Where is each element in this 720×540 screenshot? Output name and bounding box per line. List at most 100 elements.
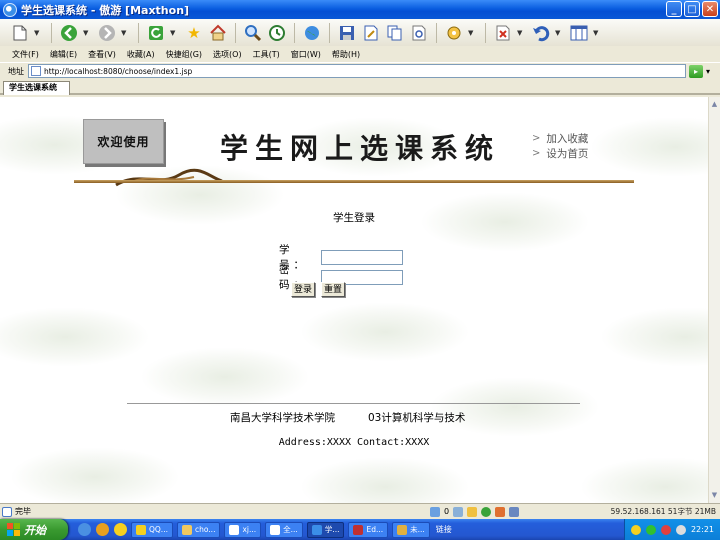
tab-strip: 学生选课系统 (0, 79, 720, 95)
menu-help[interactable]: 帮助(H) (332, 49, 360, 60)
web-page: 欢迎使用 学生网上选课系统 >加入收藏 >设为首页 学生登录 学 号： 密 码：… (0, 97, 708, 503)
undo-icon[interactable] (531, 23, 551, 43)
task-editplus[interactable]: Ed... (348, 521, 389, 538)
page-properties-icon[interactable] (409, 23, 429, 43)
toolbar-separator (138, 22, 139, 43)
status-info: 59.52.168.161 51字节 21MB (610, 507, 716, 516)
banner-divider (74, 180, 634, 183)
paint-icon (397, 524, 408, 535)
login-heading: 学生登录 (333, 212, 375, 224)
menu-groups[interactable]: 快捷组(G) (166, 49, 202, 60)
edit-page-icon[interactable] (361, 23, 381, 43)
clock: 22:21 (690, 525, 714, 534)
toolbar-separator (329, 22, 330, 43)
tray-volume-icon[interactable] (675, 524, 686, 535)
browser-toolbar: ▼ ▼ ▼ ▼ ★ ▼ ▼ ▼ ▼ (0, 19, 720, 46)
site-banner: 欢迎使用 学生网上选课系统 > 加入收藏 > 设为首页 (74, 119, 634, 187)
footer-class: 03计算机科学与技术 (368, 412, 466, 424)
network-icon[interactable] (430, 506, 440, 517)
tile-windows-dropdown-icon[interactable]: ▼ (593, 29, 600, 37)
add-favorite-link[interactable]: > 加入收藏 (532, 131, 588, 146)
toolbar-separator (235, 22, 236, 43)
minimize-button[interactable]: _ (666, 1, 682, 17)
tray-network-icon[interactable] (645, 524, 656, 535)
toolbar-separator (294, 22, 295, 43)
status-text: 完毕 (15, 507, 31, 516)
file-icon (270, 524, 281, 535)
qq-icon (136, 524, 146, 535)
close-button[interactable]: ✕ (702, 1, 718, 17)
close-page-icon[interactable] (493, 23, 513, 43)
refresh-icon[interactable] (146, 23, 166, 43)
arrow-icon: > (532, 133, 541, 144)
menu-file[interactable]: 文件(F) (12, 49, 39, 60)
toolbar-separator (436, 22, 437, 43)
home-icon[interactable] (208, 23, 228, 43)
back-dropdown-icon[interactable]: ▼ (83, 29, 90, 37)
menu-view[interactable]: 查看(V) (88, 49, 116, 60)
tools-dropdown-icon[interactable]: ▼ (468, 29, 475, 37)
tray-qq-icon[interactable] (630, 524, 641, 535)
tray-antivirus-icon[interactable] (660, 524, 671, 535)
maximize-button[interactable]: □ (684, 1, 700, 17)
task-qq[interactable]: QQ... (131, 521, 173, 538)
window-title-bar[interactable]: 学生选课系统 - 傲游 [Maxthon] _ □ ✕ (0, 0, 720, 19)
ie-icon[interactable] (78, 523, 91, 536)
task-file[interactable]: 全... (265, 521, 303, 538)
tools-icon[interactable] (444, 23, 464, 43)
links-toolbar[interactable]: 链接 (436, 524, 452, 535)
address-dropdown-icon[interactable]: ▾ (706, 67, 710, 76)
toolbar-separator (485, 22, 486, 43)
address-input[interactable]: http://localhost:8080/choose/index1.jsp (28, 64, 686, 78)
task-folder[interactable]: cho... (176, 521, 221, 538)
tab-student-course-system[interactable]: 学生选课系统 (3, 81, 70, 95)
favorites-star-icon[interactable]: ★ (184, 23, 204, 43)
history-icon[interactable] (267, 23, 287, 43)
address-url[interactable]: http://localhost:8080/choose/index1.jsp (44, 67, 192, 76)
task-paint[interactable]: 未... (392, 521, 430, 538)
status-bar: 完毕 0 59.52.168.161 51字节 21MB (0, 503, 720, 519)
popup-blocker-icon[interactable] (453, 506, 464, 517)
menu-tools[interactable]: 工具(T) (253, 49, 280, 60)
forward-icon[interactable] (97, 23, 117, 43)
back-icon[interactable] (59, 23, 79, 43)
screen-icon[interactable] (509, 506, 520, 517)
task-document[interactable]: xj... (224, 521, 262, 538)
tile-windows-icon[interactable] (569, 23, 589, 43)
forward-dropdown-icon[interactable]: ▼ (121, 29, 128, 37)
go-button[interactable]: ▸ (689, 64, 703, 78)
page-icon (31, 66, 41, 76)
banner-links: > 加入收藏 > 设为首页 (532, 131, 588, 161)
search-icon[interactable] (243, 23, 263, 43)
desktop-icon[interactable] (96, 523, 109, 536)
folder-icon (181, 524, 192, 535)
scroll-up-icon[interactable]: ▲ (709, 99, 720, 110)
ad-filter-icon[interactable] (467, 506, 478, 517)
new-page-dropdown-icon[interactable]: ▼ (34, 29, 41, 37)
windows-logo-icon (7, 523, 20, 536)
windows-taskbar: 开始 QQ... cho... xj... 全... 学... Ed... 未.… (0, 519, 720, 540)
login-button[interactable]: 登录 (291, 282, 316, 297)
flower-icon[interactable] (495, 506, 506, 517)
maxthon-app-icon (3, 2, 17, 17)
close-page-dropdown-icon[interactable]: ▼ (517, 29, 524, 37)
task-browser[interactable]: 学... (306, 521, 345, 538)
vertical-scrollbar[interactable]: ▲ ▼ (708, 97, 720, 503)
scroll-down-icon[interactable]: ▼ (709, 490, 720, 501)
undo-dropdown-icon[interactable]: ▼ (555, 29, 562, 37)
welcome-badge: 欢迎使用 (83, 119, 164, 164)
qq-icon[interactable] (114, 523, 127, 536)
refresh-dropdown-icon[interactable]: ▼ (170, 29, 177, 37)
menu-options[interactable]: 选项(O) (213, 49, 242, 60)
set-homepage-link[interactable]: > 设为首页 (532, 146, 588, 161)
plugin-icon[interactable] (481, 506, 492, 517)
reset-button[interactable]: 重置 (321, 282, 346, 297)
start-button[interactable]: 开始 (0, 519, 68, 540)
menu-favorites[interactable]: 收藏(A) (127, 49, 155, 60)
save-icon[interactable] (337, 23, 357, 43)
menu-window[interactable]: 窗口(W) (291, 49, 321, 60)
new-page-icon[interactable] (10, 23, 30, 43)
copy-page-icon[interactable] (385, 23, 405, 43)
menu-edit[interactable]: 编辑(E) (50, 49, 77, 60)
globe-icon[interactable] (302, 23, 322, 43)
